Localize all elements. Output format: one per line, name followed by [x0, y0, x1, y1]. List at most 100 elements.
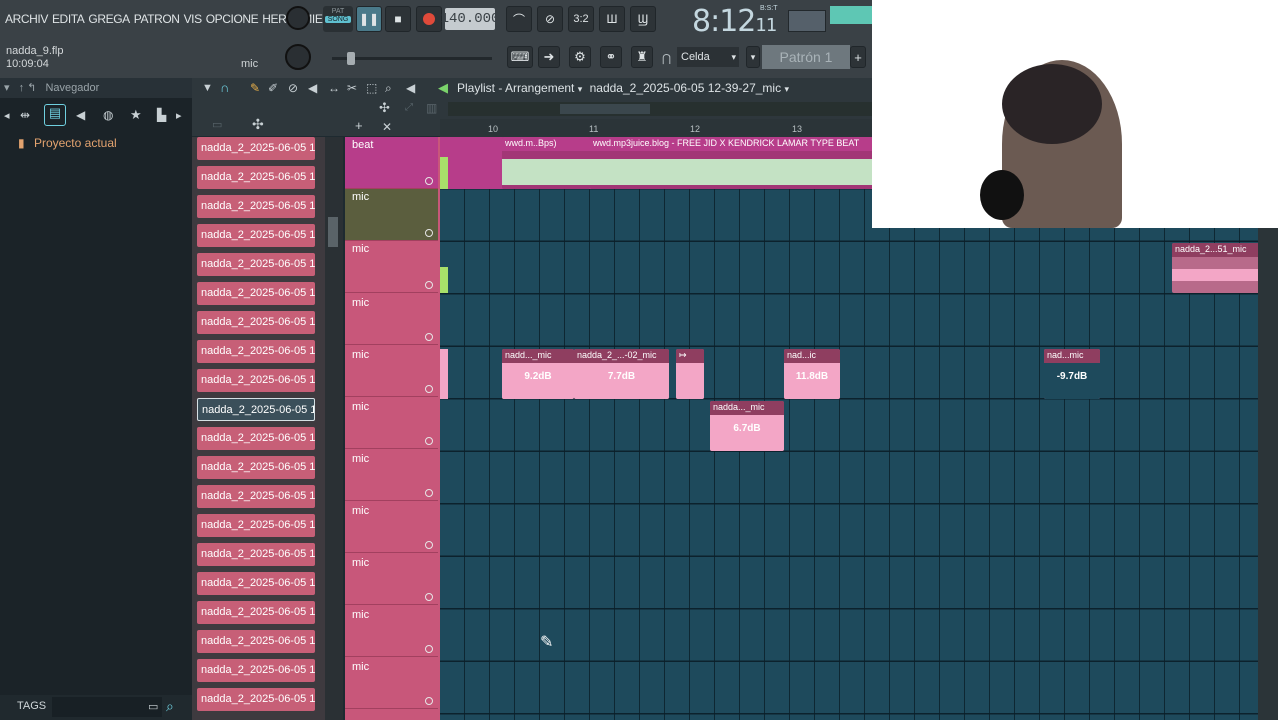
track-header[interactable]: mic — [345, 241, 438, 293]
track-header[interactable]: mic — [345, 449, 438, 501]
wait-input-button[interactable]: ⊘ — [537, 6, 563, 32]
pitch-slider[interactable] — [332, 52, 492, 65]
audio-clip[interactable]: wwd.m..Bps) — [502, 137, 590, 189]
picker-item[interactable]: nadda_2_2025-06-05 12... — [197, 195, 315, 218]
track-enable-icon[interactable] — [425, 229, 433, 237]
folder-icon[interactable]: ▭ — [148, 700, 158, 713]
menu-archivo[interactable]: ARCHIV — [5, 12, 48, 26]
browser-menu-icon[interactable]: ▾ — [4, 82, 10, 94]
playlist-scrollbar[interactable] — [1258, 228, 1278, 720]
plugin-icon[interactable]: ▙ — [157, 108, 166, 122]
stop-button[interactable]: ■ — [385, 6, 411, 32]
overview-scrollbar[interactable] — [448, 102, 872, 116]
track-enable-icon[interactable] — [425, 489, 433, 497]
track-enable-icon[interactable] — [425, 541, 433, 549]
snap-arrows-icon[interactable]: ✣ — [379, 100, 390, 116]
menu-opciones[interactable]: OPCIONE — [206, 12, 259, 26]
picker-item[interactable]: nadda_2_2025-06-05 12... — [197, 340, 315, 363]
pattern-dropdown-button[interactable]: ▾ — [746, 46, 760, 68]
mixer-button[interactable]: ♜ — [631, 46, 653, 68]
files-icon[interactable]: ▤ — [44, 104, 66, 126]
project-folder[interactable]: ▮ Proyecto actual — [18, 136, 117, 150]
clip-fragment[interactable] — [440, 267, 448, 293]
track-header[interactable]: mic — [345, 501, 438, 553]
piano-roll-button[interactable]: ⌨ — [507, 46, 533, 68]
pat-song-toggle[interactable]: PAT SONG — [323, 6, 353, 32]
headphones-icon[interactable]: ∩ — [220, 80, 229, 95]
zoom-tool-icon[interactable]: ⌕ — [385, 81, 392, 96]
menu-agrega[interactable]: GREGA — [88, 12, 130, 26]
track-enable-icon[interactable] — [425, 645, 433, 653]
browser-up-icon[interactable]: ↑ — [19, 82, 25, 94]
tempo-display[interactable]: 140.000 — [441, 8, 499, 30]
track-enable-icon[interactable] — [425, 385, 433, 393]
track-header[interactable]: mic — [345, 553, 438, 605]
picker-item[interactable]: nadda_2_2025-06-05 12... — [197, 166, 315, 189]
tags-input[interactable] — [52, 697, 162, 717]
arrow-button[interactable]: ➜ — [538, 46, 560, 68]
close-icon[interactable]: ✕ — [382, 120, 392, 134]
picker-item[interactable]: nadda_2_2025-06-05 12... — [197, 311, 315, 334]
audio-clip[interactable]: wwd.mp3juice.blog - FREE JID X KENDRICK … — [590, 137, 872, 189]
select-tool-icon[interactable]: ⬚ — [366, 81, 377, 95]
picker-item[interactable]: nadda_2_2025-06-05 12... — [197, 137, 315, 160]
collapse-icon[interactable]: ⇹ — [20, 108, 30, 122]
track-header[interactable]: mic — [345, 397, 438, 449]
picker-item-selected[interactable]: nadda_2_2025-06-05 12... — [197, 398, 315, 421]
picker-item[interactable]: nadda_2_2025-06-05 12... — [197, 601, 315, 624]
pattern-selector[interactable]: Patrón 1 — [762, 45, 850, 69]
browser-back-icon[interactable]: ↰ — [27, 82, 36, 94]
link-button[interactable]: ⚭ — [600, 46, 622, 68]
picker-item[interactable]: nadda_2_2025-06-05 12... — [197, 456, 315, 479]
step-edit-button[interactable]: Ш — [599, 6, 625, 32]
metronome-button[interactable]: ⌒ — [506, 6, 532, 32]
star-icon[interactable]: ★ — [130, 107, 142, 123]
picker-item[interactable]: nadda_2_2025-06-05 12... — [197, 543, 315, 566]
picker-item[interactable]: nadda_2_2025-06-05 12... — [197, 427, 315, 450]
clip-fragment[interactable] — [440, 157, 448, 189]
pencil-tool-icon[interactable]: ✎ — [250, 81, 260, 95]
audio-clip[interactable]: nadda..._mic 6.7dB — [710, 401, 784, 451]
slip-tool-icon[interactable]: ↔ — [328, 81, 340, 95]
picker-item[interactable]: nadda_2_2025-06-05 12... — [197, 630, 315, 653]
play-pattern-icon[interactable]: ◀ — [438, 80, 448, 96]
picker-item[interactable]: nadda_2_2025-06-05 12... — [197, 514, 315, 537]
globe-icon[interactable]: ◍ — [103, 108, 113, 122]
playlist-options-icon[interactable]: ▼ — [202, 82, 213, 94]
menu-edita[interactable]: EDITA — [52, 12, 85, 26]
record-button[interactable] — [416, 6, 442, 32]
loop-record-button[interactable]: Ϣ — [630, 6, 656, 32]
audio-clip[interactable]: nadda_2_...-02_mic 7.7dB — [574, 349, 669, 399]
picker-item[interactable]: nadda_2_2025-06-05 12... — [197, 282, 315, 305]
paint-tool-icon[interactable]: ✐ — [268, 81, 278, 95]
speaker-icon[interactable]: ◀ — [76, 108, 85, 122]
audio-clip[interactable]: nadda_2...51_mic — [1172, 243, 1260, 293]
mute-tool-icon[interactable]: ◀ — [308, 81, 317, 95]
menu-vis[interactable]: VIS — [184, 12, 203, 26]
search-icon[interactable]: ⌕ — [166, 698, 174, 715]
audio-clip[interactable]: nadd..._mic 9.2dB — [502, 349, 574, 399]
picker-item[interactable]: nadda_2_2025-06-05 12... — [197, 253, 315, 276]
audio-clip[interactable]: nad...mic -9.7dB — [1044, 349, 1100, 399]
picker-item[interactable]: nadda_2_2025-06-05 12... — [197, 659, 315, 682]
track-header[interactable]: mic — [345, 657, 438, 709]
track-enable-icon[interactable] — [425, 697, 433, 705]
scroll-left-icon[interactable]: ◂ — [4, 109, 10, 122]
overview-thumb[interactable] — [560, 104, 650, 114]
picker-item[interactable]: nadda_2_2025-06-05 12... — [197, 369, 315, 392]
audio-clip[interactable]: ↦ — [676, 349, 704, 399]
timeline-ruler[interactable]: 10 11 12 13 — [440, 119, 872, 137]
clip-fragment[interactable] — [440, 349, 448, 399]
scroll-right-icon[interactable]: ▸ — [176, 109, 182, 122]
delete-tool-icon[interactable]: ⊘ — [288, 81, 298, 95]
picker-item[interactable]: nadda_2_2025-06-05 12... — [197, 224, 315, 247]
menu-patron[interactable]: PATRON — [134, 12, 180, 26]
track-enable-icon[interactable] — [425, 281, 433, 289]
picker-scrollbar[interactable] — [325, 137, 343, 720]
track-enable-icon[interactable] — [425, 333, 433, 341]
audio-clip[interactable]: nad...ic 11.8dB — [784, 349, 840, 399]
slice-tool-icon[interactable]: ✂ — [347, 81, 357, 95]
snap-select[interactable]: Celda ▾ — [677, 47, 739, 67]
channel-rack-button[interactable]: ⚙ — [569, 46, 591, 68]
picker-item[interactable]: nadda_2_2025-06-05 12... — [197, 688, 315, 711]
